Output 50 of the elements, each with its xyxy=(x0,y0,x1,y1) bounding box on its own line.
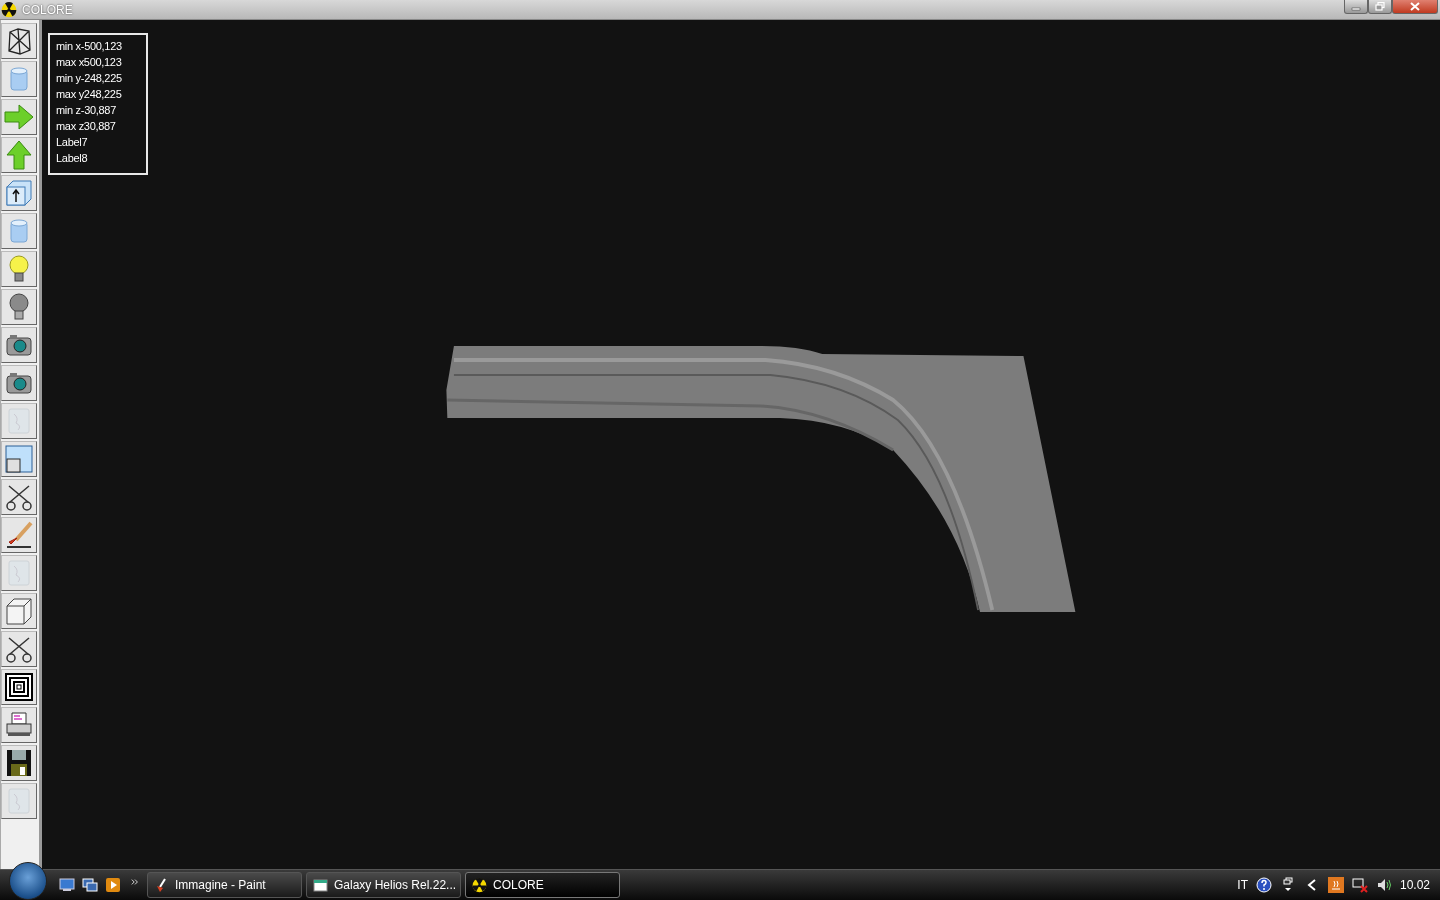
toolbar-button[interactable] xyxy=(1,23,37,59)
speaker-icon xyxy=(1375,877,1392,893)
chevron-icon xyxy=(131,878,139,886)
info-label: min x-500,123 xyxy=(56,39,123,54)
toolbar-button[interactable] xyxy=(1,745,37,781)
toolbar-button[interactable] xyxy=(1,479,37,515)
toolbar-button[interactable] xyxy=(1,175,37,211)
toolbar-button[interactable] xyxy=(1,327,37,363)
concentric-squares-icon xyxy=(4,672,34,702)
media-player-icon xyxy=(105,878,121,892)
restore-icon xyxy=(1375,2,1385,11)
toolbar-button[interactable] xyxy=(1,365,37,401)
toolbar-button[interactable] xyxy=(1,669,37,705)
radiation-icon xyxy=(472,877,487,893)
switch-windows-icon xyxy=(82,878,98,892)
window-frame-icon xyxy=(4,444,34,474)
info-label: Label7 xyxy=(56,135,89,150)
language-indicator[interactable]: IT xyxy=(1237,878,1248,892)
window-title: COLORE xyxy=(22,2,74,17)
close-icon xyxy=(1410,2,1420,11)
taskbar-button[interactable]: Galaxy Helios Rel.22... xyxy=(306,872,461,898)
scissors-icon xyxy=(4,634,34,664)
scissors-icon xyxy=(4,482,34,512)
minimize-button[interactable] xyxy=(1344,0,1368,14)
cube-arrow-icon xyxy=(4,178,34,208)
radiation-icon xyxy=(1,1,17,18)
info-label: Label8 xyxy=(56,151,89,166)
toolbar-button[interactable] xyxy=(1,707,37,743)
start-button[interactable] xyxy=(9,862,47,900)
toolbar-button[interactable] xyxy=(1,631,37,667)
cube-icon xyxy=(4,596,34,626)
info-label: max z30,887 xyxy=(56,119,117,134)
info-label: max y248,225 xyxy=(56,87,123,102)
paintbrush-icon xyxy=(4,520,34,550)
info-label: min y-248,225 xyxy=(56,71,123,86)
taskbar-button[interactable]: Immagine - Paint xyxy=(147,872,302,898)
up-arrow-icon xyxy=(4,140,34,170)
info-label: max x500,123 xyxy=(56,55,123,70)
info-label: min z-30,887 xyxy=(56,103,117,118)
right-arrow-icon xyxy=(4,102,34,132)
close-button[interactable] xyxy=(1392,0,1438,14)
clock: 10.02 xyxy=(1399,878,1430,892)
toolbar-button[interactable] xyxy=(1,517,37,553)
paintbrush-icon xyxy=(154,877,169,893)
taskbar-button[interactable]: COLORE xyxy=(465,872,620,898)
window-icon xyxy=(313,877,328,893)
network-error-icon xyxy=(1351,877,1368,893)
desktop-icon xyxy=(59,878,75,892)
restore-button[interactable] xyxy=(1368,0,1392,14)
help-icon xyxy=(1255,877,1272,893)
